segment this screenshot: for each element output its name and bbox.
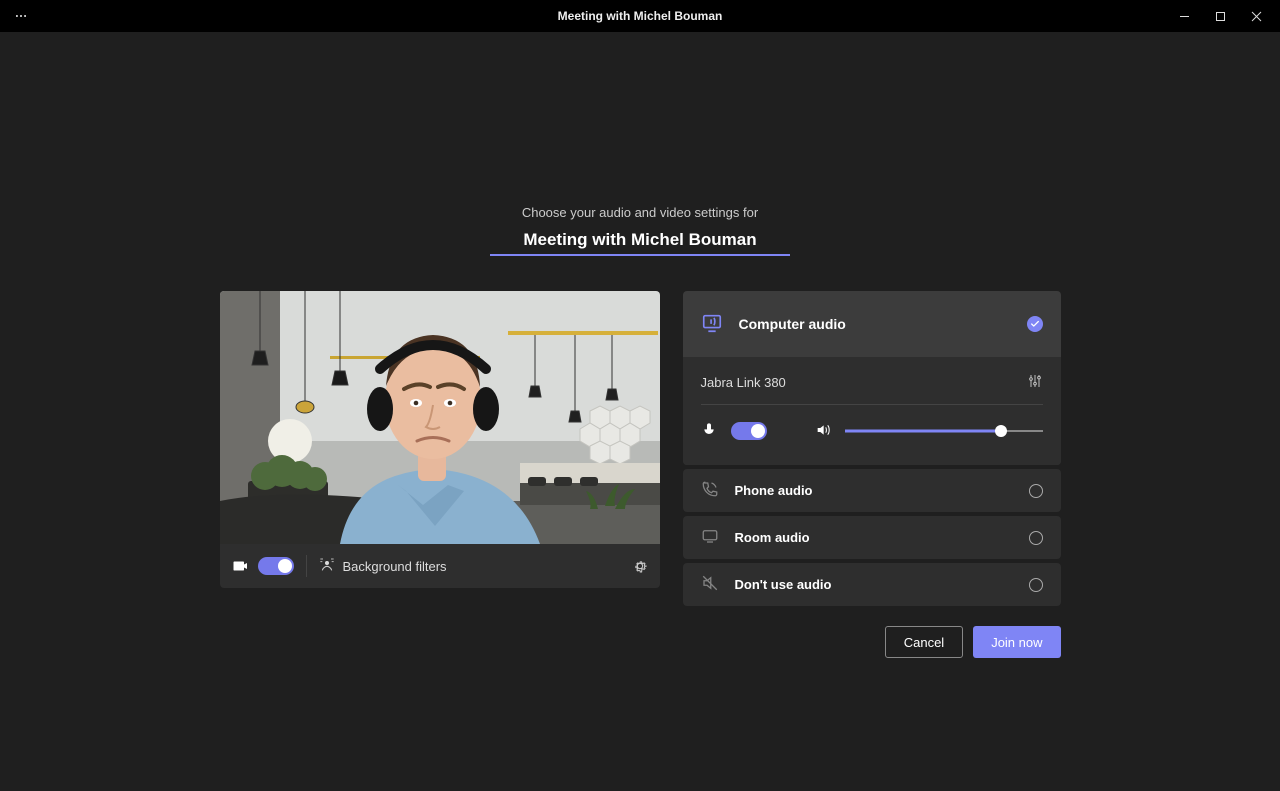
- audio-panel: Computer audio Jabra Link 380: [683, 291, 1061, 606]
- speaker-icon: [815, 422, 831, 441]
- window-title: Meeting with Michel Bouman: [0, 9, 1280, 23]
- audio-settings-icon: [1027, 373, 1043, 392]
- camera-toggle[interactable]: [258, 557, 294, 575]
- background-filters-icon: [319, 557, 335, 576]
- cancel-button[interactable]: Cancel: [885, 626, 963, 658]
- room-audio-option[interactable]: Room audio: [683, 516, 1061, 559]
- maximize-button[interactable]: [1202, 1, 1238, 31]
- video-preview: [220, 291, 660, 544]
- audio-off-icon: [701, 574, 719, 595]
- phone-audio-label: Phone audio: [735, 483, 813, 498]
- radio-unselected: [1029, 484, 1043, 498]
- subtitle: Choose your audio and video settings for: [522, 205, 758, 220]
- background-filters-label: Background filters: [343, 559, 447, 574]
- close-button[interactable]: [1238, 1, 1274, 31]
- computer-audio-body: Jabra Link 380: [683, 357, 1061, 465]
- phone-icon: [701, 480, 719, 501]
- audio-device-name: Jabra Link 380: [701, 375, 786, 390]
- computer-audio-label: Computer audio: [739, 316, 846, 332]
- microphone-toggle[interactable]: [731, 422, 767, 440]
- more-options-button[interactable]: [6, 1, 36, 31]
- audio-controls-row: [701, 421, 1043, 441]
- radio-unselected: [1029, 531, 1043, 545]
- no-audio-label: Don't use audio: [735, 577, 832, 592]
- computer-audio-option[interactable]: Computer audio: [683, 291, 1061, 357]
- video-panel: Background filters: [220, 291, 660, 606]
- video-controls-bar: Background filters: [220, 544, 660, 588]
- selected-check-icon: [1027, 316, 1043, 332]
- computer-audio-icon: [701, 312, 723, 337]
- join-now-button[interactable]: Join now: [973, 626, 1060, 658]
- background-filters-button[interactable]: Background filters: [319, 557, 447, 576]
- microphone-icon: [701, 422, 717, 441]
- room-audio-label: Room audio: [735, 530, 810, 545]
- device-settings-button[interactable]: [632, 558, 648, 574]
- meeting-name-field[interactable]: [490, 230, 790, 256]
- camera-icon: [232, 557, 250, 575]
- window-controls: [1166, 1, 1274, 31]
- title-bar: Meeting with Michel Bouman: [0, 0, 1280, 32]
- computer-audio-card: Computer audio Jabra Link 380: [683, 291, 1061, 465]
- no-audio-option[interactable]: Don't use audio: [683, 563, 1061, 606]
- action-buttons: Cancel Join now: [220, 626, 1061, 658]
- audio-device-selector[interactable]: Jabra Link 380: [701, 373, 1043, 405]
- volume-slider[interactable]: [845, 421, 1043, 441]
- phone-audio-option[interactable]: Phone audio: [683, 469, 1061, 512]
- prejoin-screen: Choose your audio and video settings for: [0, 32, 1280, 791]
- minimize-button[interactable]: [1166, 1, 1202, 31]
- meeting-name-input[interactable]: [490, 230, 790, 254]
- radio-unselected: [1029, 578, 1043, 592]
- room-icon: [701, 527, 719, 548]
